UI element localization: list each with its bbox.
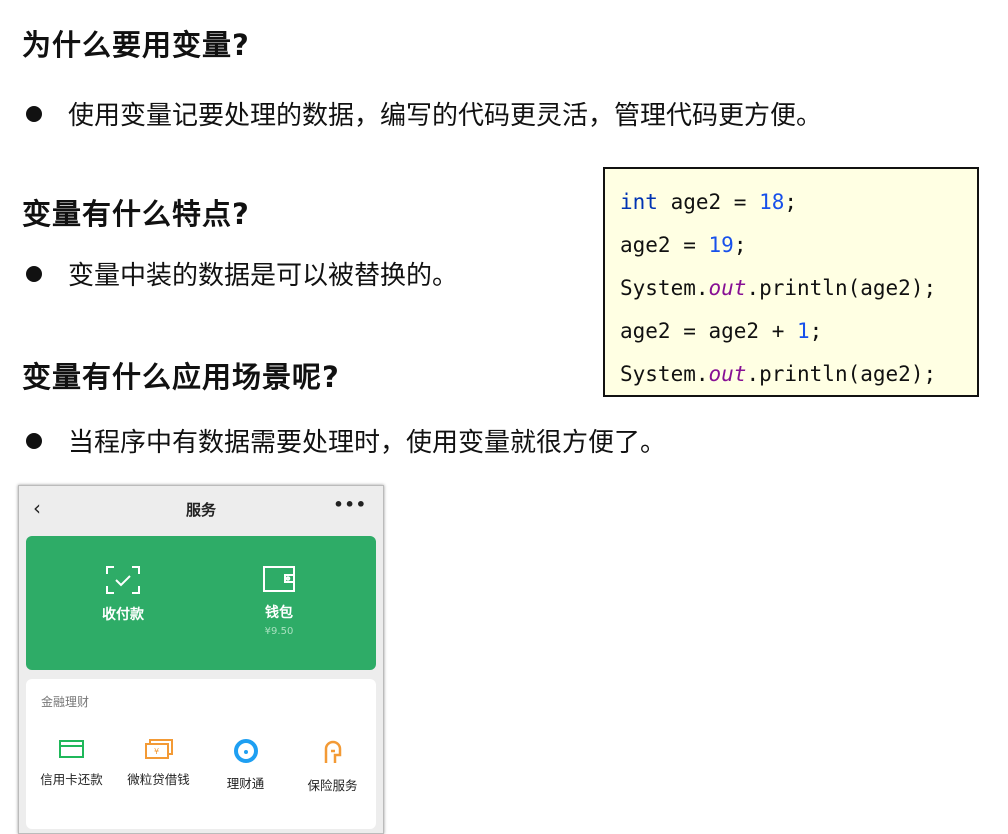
code-text: .println(age2); (746, 276, 937, 300)
wallet-icon (263, 566, 295, 592)
insurance-button[interactable]: 保险服务 (290, 739, 375, 794)
code-field: out (708, 276, 747, 300)
bullet-text: 变量中装的数据是可以被替换的。 (68, 261, 459, 291)
code-text: ; (809, 319, 823, 343)
code-number: 1 (797, 319, 810, 343)
pay-button[interactable]: 收付款 (63, 566, 183, 624)
bullet-icon (26, 105, 42, 122)
code-block: int age2 = 18; age2 = 19; System.out.pri… (603, 167, 979, 397)
code-text: age2 = (620, 233, 709, 257)
code-line: System.out.println(age2); (620, 269, 977, 312)
cash-icon: ¥ (144, 739, 173, 759)
item-label: 理财通 (226, 776, 265, 791)
heading-why: 为什么要用变量? (22, 28, 250, 62)
code-line: System.out.println(age2); (620, 355, 977, 398)
licaitong-button[interactable]: 理财通 (203, 739, 288, 792)
bullet-usage: 当程序中有数据需要处理时，使用变量就很方便了。 (26, 422, 666, 459)
bullet-why: 使用变量记要处理的数据，编写的代码更灵活，管理代码更方便。 (26, 95, 822, 132)
code-text: age2 = age2 + (620, 319, 798, 343)
bullet-features: 变量中装的数据是可以被替换的。 (26, 255, 458, 292)
code-line: age2 = 19; (620, 226, 977, 269)
item-label: 微粒贷借钱 (127, 772, 190, 787)
section-title: 金融理财 (41, 695, 90, 709)
licaitong-icon (233, 739, 258, 763)
wallet-card: 收付款 钱包 ¥9.50 (26, 536, 376, 670)
code-line: int age2 = 18; (620, 183, 977, 226)
pay-label: 收付款 (102, 607, 144, 623)
phone-title: 服务 (185, 500, 216, 519)
credit-card-icon (58, 740, 84, 758)
bullet-text: 使用变量记要处理的数据，编写的代码更灵活，管理代码更方便。 (68, 101, 823, 131)
svg-text:¥: ¥ (154, 747, 159, 756)
code-text: ; (733, 233, 747, 257)
credit-card-repay-button[interactable]: 信用卡还款 (29, 739, 114, 788)
code-text: .println(age2); (746, 362, 937, 386)
scan-check-icon (106, 566, 140, 594)
back-icon[interactable]: ‹ (33, 496, 41, 520)
code-text: ; (784, 190, 798, 214)
bullet-icon (26, 265, 42, 282)
loan-button[interactable]: ¥ 微粒贷借钱 (116, 739, 201, 788)
more-icon[interactable]: ••• (333, 495, 367, 514)
item-label: 信用卡还款 (40, 772, 103, 787)
code-number: 18 (759, 190, 785, 214)
bullet-text: 当程序中有数据需要处理时，使用变量就很方便了。 (68, 428, 667, 458)
phone-header: ‹ 服务 ••• (19, 486, 383, 532)
wallet-balance: ¥9.50 (264, 626, 294, 637)
wallet-label: 钱包 (265, 605, 293, 621)
code-line: age2 = age2 + 1; (620, 312, 977, 355)
item-label: 保险服务 (307, 778, 358, 793)
wallet-button[interactable]: 钱包 ¥9.50 (219, 566, 339, 637)
heading-features: 变量有什么特点? (22, 197, 250, 231)
code-text: System. (620, 276, 709, 300)
wechat-services-screenshot: ‹ 服务 ••• 收付款 钱包 ¥9.50 金融理财 信用卡还款 ¥ 微粒贷借钱… (18, 485, 384, 834)
heading-usage: 变量有什么应用场景呢? (22, 360, 340, 394)
code-field: out (708, 362, 747, 386)
insurance-icon (324, 740, 341, 763)
code-keyword: int (620, 190, 658, 214)
code-text: age2 = (657, 190, 760, 214)
bullet-icon (26, 432, 42, 449)
code-text: System. (620, 362, 709, 386)
finance-card: 金融理财 信用卡还款 ¥ 微粒贷借钱 理财通 保险服务 (26, 679, 376, 829)
code-number: 19 (708, 233, 734, 257)
